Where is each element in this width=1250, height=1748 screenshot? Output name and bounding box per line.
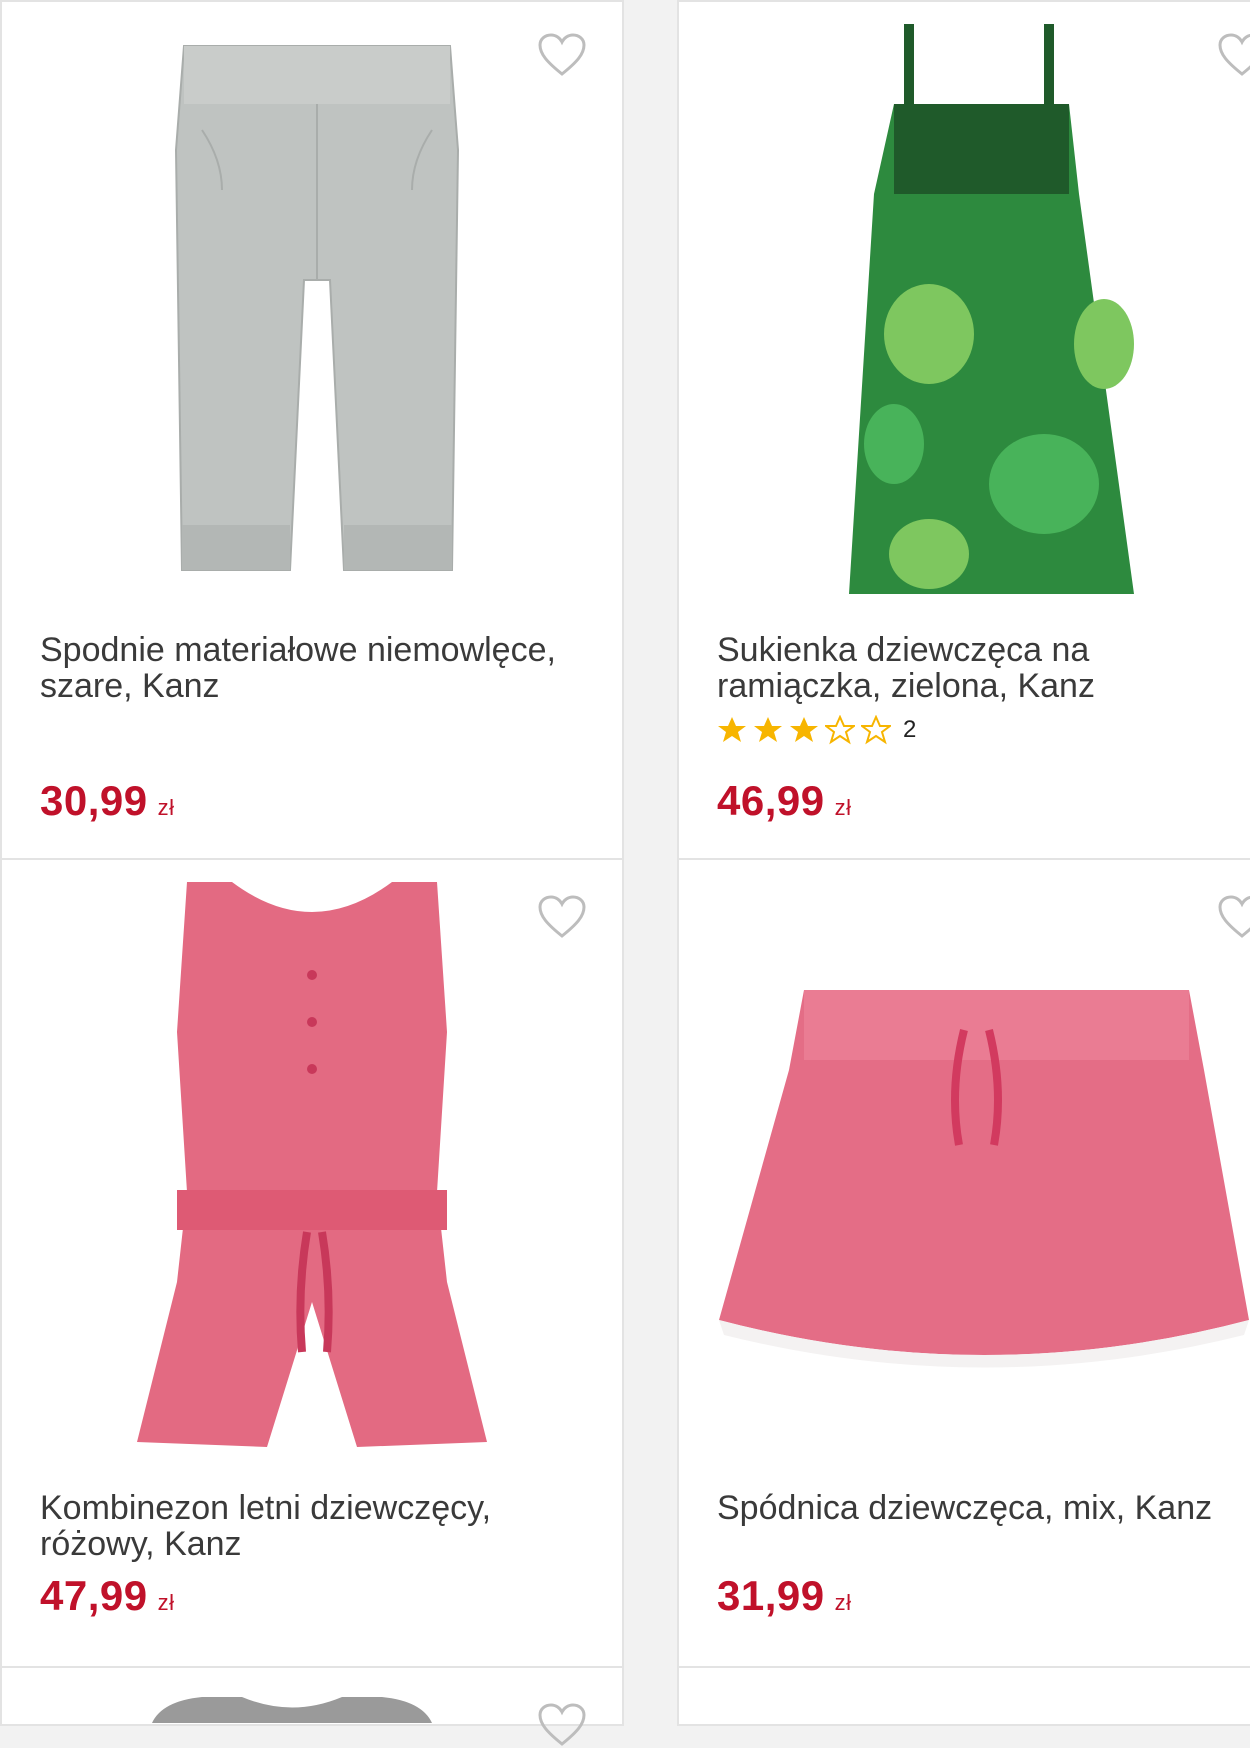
product-price: 31,99 zł bbox=[717, 1572, 852, 1620]
price-currency: zł bbox=[157, 795, 175, 820]
product-title[interactable]: Kombinezon letni dziewczęcy, różowy, Kan… bbox=[40, 1490, 600, 1562]
product-image-trousers[interactable] bbox=[162, 40, 472, 575]
product-card-4[interactable]: Spódnica dziewczęca, mix, Kanz 31,99 zł bbox=[677, 860, 1250, 1668]
price-currency: zł bbox=[157, 1590, 175, 1615]
product-card-2[interactable]: Sukienka dziewczęca na ramiączka, zielon… bbox=[677, 0, 1250, 860]
product-image-partial bbox=[152, 1697, 432, 1723]
product-price: 47,99 zł bbox=[40, 1572, 175, 1620]
heart-icon[interactable] bbox=[537, 894, 587, 940]
star-filled-icon bbox=[790, 717, 818, 742]
price-value: 30,99 bbox=[40, 777, 148, 824]
product-price: 30,99 zł bbox=[40, 777, 175, 825]
product-card-5-partial[interactable] bbox=[0, 1666, 624, 1746]
price-currency: zł bbox=[834, 1590, 852, 1615]
star-filled-icon bbox=[718, 717, 746, 742]
product-card-3[interactable]: Kombinezon letni dziewczęcy, różowy, Kan… bbox=[0, 860, 624, 1668]
rating-count: 2 bbox=[903, 716, 917, 743]
product-rating: 2 bbox=[717, 715, 916, 745]
product-card-1[interactable]: Spodnie materiałowe niemowlęce, szare, K… bbox=[0, 0, 624, 860]
price-value: 31,99 bbox=[717, 1572, 825, 1619]
heart-icon[interactable] bbox=[1217, 32, 1250, 78]
heart-icon[interactable] bbox=[537, 32, 587, 78]
heart-icon[interactable] bbox=[537, 1702, 587, 1748]
price-value: 47,99 bbox=[40, 1572, 148, 1619]
product-card-6-partial[interactable] bbox=[677, 1666, 1250, 1726]
product-image-green-dress[interactable] bbox=[834, 24, 1154, 599]
product-image-pink-jumpsuit[interactable] bbox=[137, 882, 492, 1472]
star-empty-icon bbox=[861, 715, 891, 745]
product-title[interactable]: Spodnie materiałowe niemowlęce, szare, K… bbox=[40, 632, 600, 704]
product-price: 46,99 zł bbox=[717, 777, 852, 825]
price-currency: zł bbox=[834, 795, 852, 820]
heart-icon[interactable] bbox=[1217, 894, 1250, 940]
product-image-pink-skirt[interactable] bbox=[719, 990, 1249, 1380]
product-title[interactable]: Sukienka dziewczęca na ramiączka, zielon… bbox=[717, 632, 1237, 704]
price-value: 46,99 bbox=[717, 777, 825, 824]
star-empty-icon bbox=[825, 715, 855, 745]
star-filled-icon bbox=[754, 717, 782, 742]
product-title[interactable]: Spódnica dziewczęca, mix, Kanz bbox=[717, 1490, 1237, 1526]
